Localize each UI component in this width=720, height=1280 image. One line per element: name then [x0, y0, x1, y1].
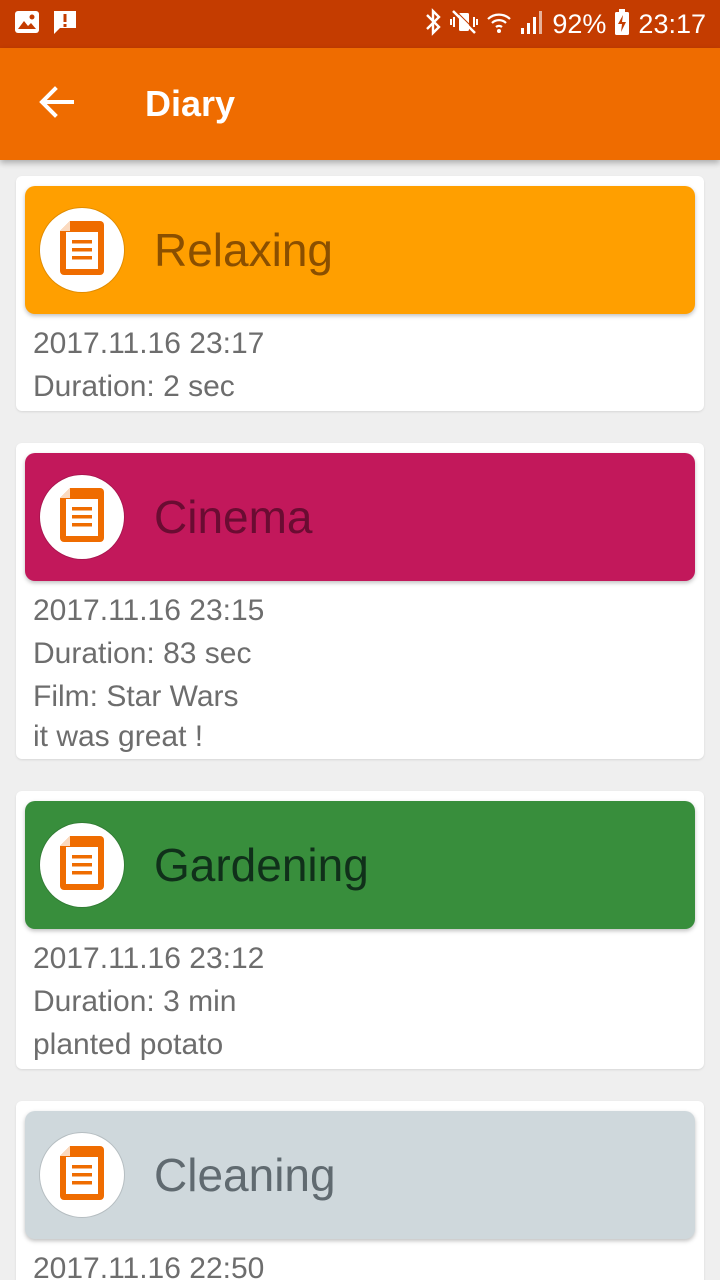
- diary-entry[interactable]: Gardening 2017.11.16 23:12 Duration: 3 m…: [16, 791, 704, 1069]
- entry-datetime: 2017.11.16 23:17: [33, 327, 265, 360]
- back-button[interactable]: [0, 48, 112, 160]
- bluetooth-icon: [424, 7, 442, 41]
- entry-datetime: 2017.11.16 22:50: [33, 1252, 265, 1280]
- entry-avatar: [40, 208, 124, 292]
- diary-entry[interactable]: Cleaning 2017.11.16 22:50: [16, 1101, 704, 1280]
- entry-duration: Duration: 83 sec: [33, 637, 252, 670]
- clock: 23:17: [638, 8, 706, 39]
- document-icon: [58, 486, 106, 549]
- battery-icon: [614, 8, 630, 41]
- entry-title: Gardening: [154, 839, 369, 891]
- entry-title: Cleaning: [154, 1149, 336, 1201]
- document-icon: [58, 219, 106, 282]
- wifi-icon: [486, 9, 512, 40]
- entry-avatar: [40, 475, 124, 559]
- entry-header[interactable]: Cleaning: [25, 1111, 695, 1239]
- entry-header[interactable]: Relaxing: [25, 186, 695, 314]
- entry-avatar: [40, 823, 124, 907]
- signal-icon: [520, 9, 544, 40]
- entry-datetime: 2017.11.16 23:15: [33, 594, 265, 627]
- entry-avatar: [40, 1133, 124, 1217]
- diary-entry[interactable]: Relaxing 2017.11.16 23:17 Duration: 2 se…: [16, 176, 704, 411]
- app-bar: Diary: [0, 48, 720, 160]
- document-icon: [58, 1144, 106, 1207]
- entry-film: Film: Star Wars: [33, 680, 239, 713]
- entry-duration: Duration: 3 min: [33, 985, 237, 1018]
- entry-note: planted potato: [33, 1028, 224, 1061]
- entry-title: Relaxing: [154, 224, 333, 276]
- diary-entry[interactable]: Cinema 2017.11.16 23:15 Duration: 83 sec…: [16, 443, 704, 759]
- entry-note: it was great !: [33, 720, 204, 753]
- entry-datetime: 2017.11.16 23:12: [33, 942, 265, 975]
- arrow-left-icon: [38, 84, 74, 125]
- page-title: Diary: [145, 83, 236, 124]
- document-icon: [58, 834, 106, 897]
- entry-header[interactable]: Gardening: [25, 801, 695, 929]
- entry-duration: Duration: 2 sec: [33, 370, 235, 403]
- diary-list[interactable]: Relaxing 2017.11.16 23:17 Duration: 2 se…: [0, 160, 720, 1280]
- image-icon: [14, 10, 40, 39]
- entry-title: Cinema: [154, 491, 313, 543]
- vibrate-mute-icon: [450, 8, 479, 41]
- battery-percent: 92%: [552, 8, 607, 39]
- status-bar: 92% 23:17: [0, 0, 720, 48]
- alert-icon: [52, 9, 78, 40]
- entry-header[interactable]: Cinema: [25, 453, 695, 581]
